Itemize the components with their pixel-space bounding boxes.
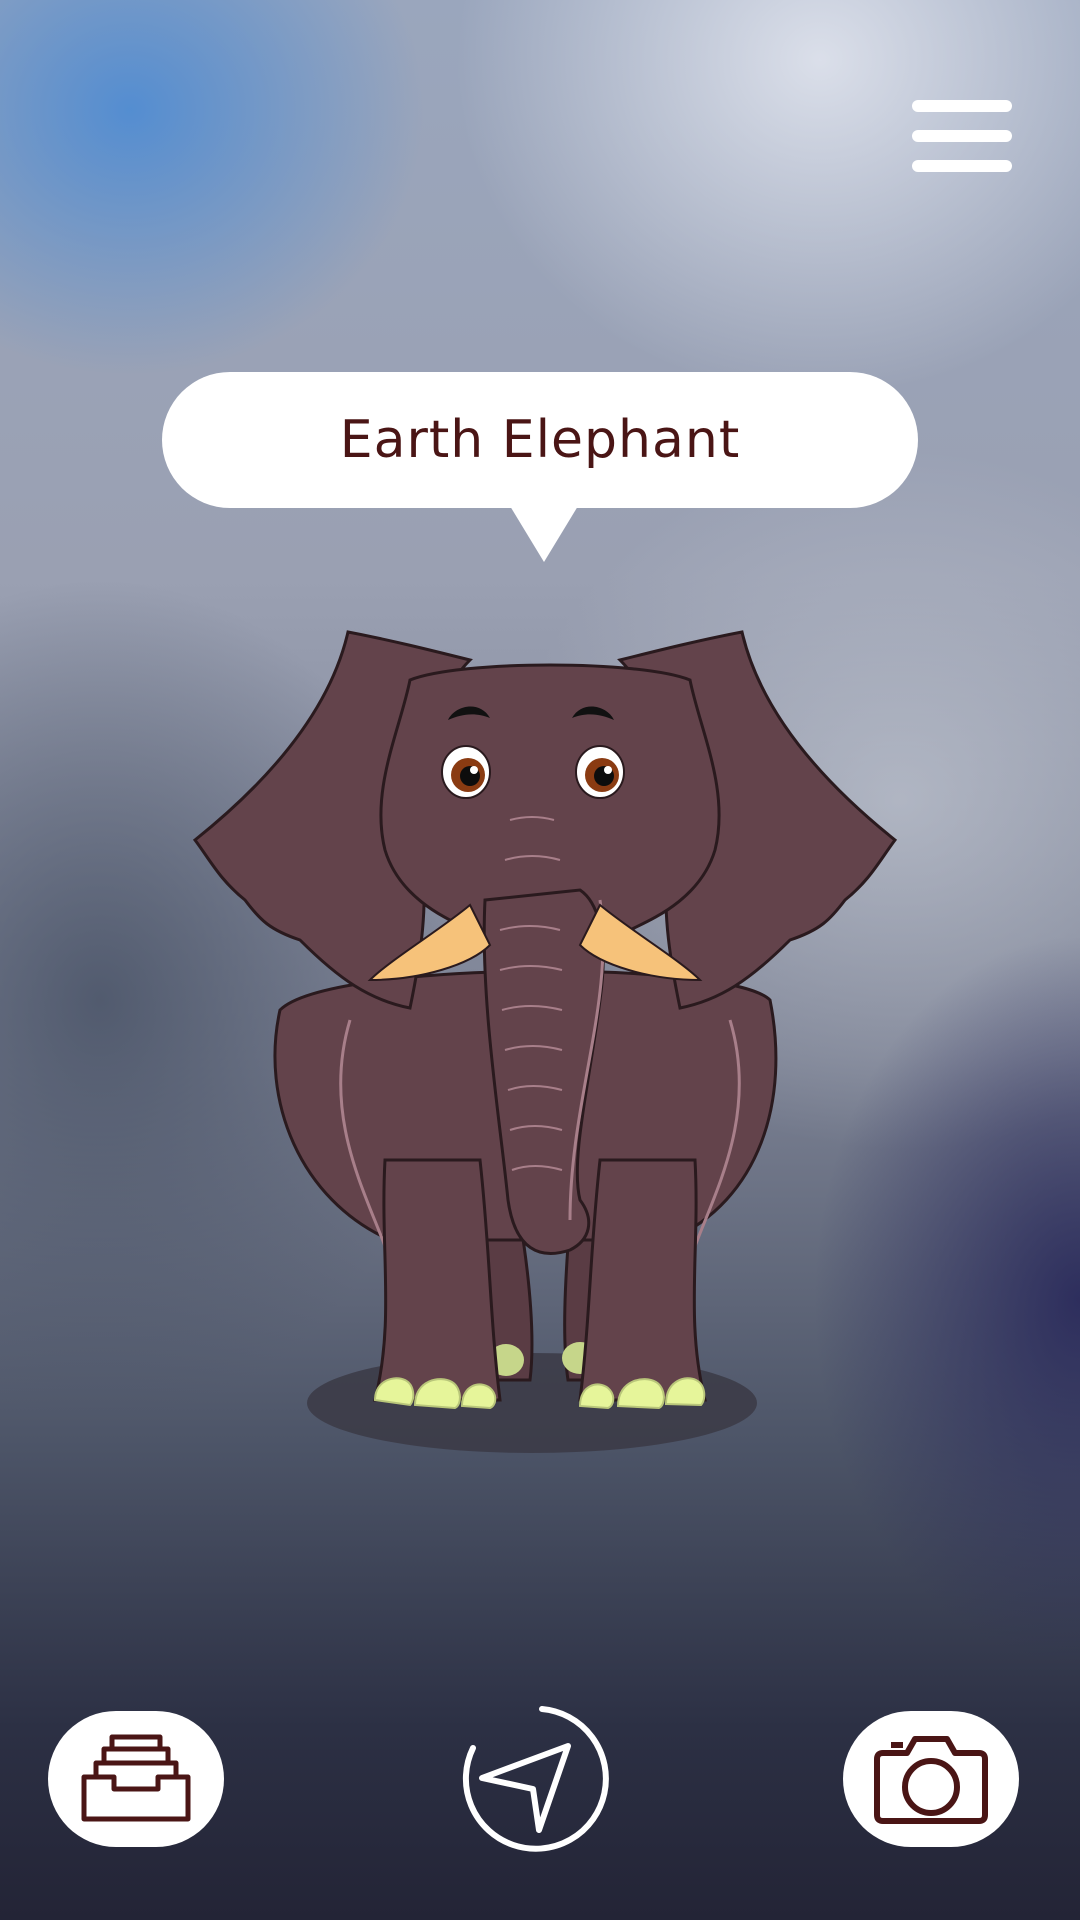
- inbox-tray-icon: [81, 1734, 191, 1822]
- inbox-button[interactable]: [48, 1711, 224, 1847]
- animal-name-bubble: Earth Elephant: [162, 372, 918, 562]
- navigation-arrow-icon: [479, 1743, 571, 1833]
- camera-button[interactable]: [843, 1711, 1019, 1847]
- menu-bar-middle: [912, 130, 1012, 142]
- animal-name: Earth Elephant: [339, 410, 741, 470]
- menu-button[interactable]: [912, 100, 1012, 172]
- menu-bar-top: [912, 100, 1012, 112]
- menu-bar-bottom: [912, 160, 1012, 172]
- elephant-illustration[interactable]: [170, 600, 910, 1480]
- camera-icon: [874, 1736, 988, 1824]
- navigate-button[interactable]: [450, 1688, 630, 1868]
